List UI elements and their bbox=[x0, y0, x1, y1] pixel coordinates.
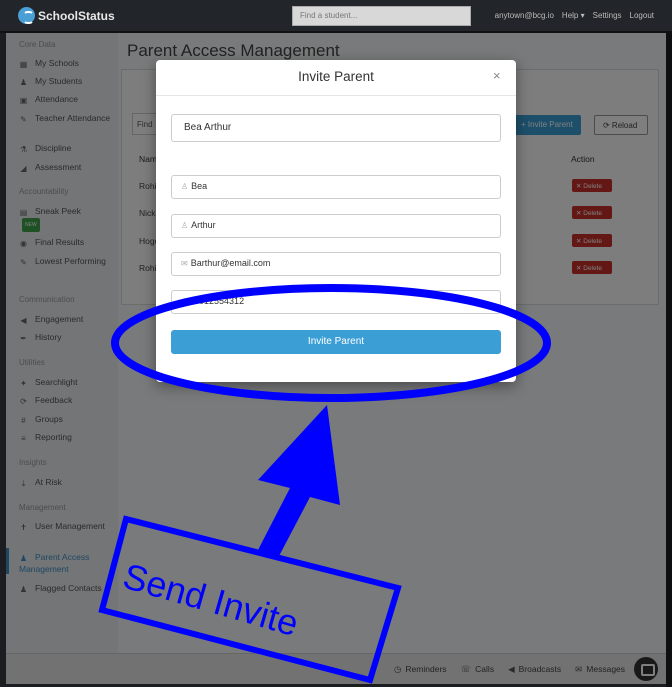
window-edge bbox=[666, 33, 672, 687]
schoolstatus-logo-icon[interactable] bbox=[18, 7, 35, 24]
modal-title: Invite Parent bbox=[298, 69, 374, 84]
invite-parent-modal: Invite Parent × Bea Arthur ♙ Bea ♙ Arthur … bbox=[156, 60, 516, 382]
envelope-icon: ✉ bbox=[181, 259, 188, 268]
student-search-input[interactable]: Find a student... bbox=[292, 6, 471, 26]
close-icon[interactable]: × bbox=[493, 68, 501, 83]
invite-parent-submit-button[interactable]: Invite Parent bbox=[171, 330, 501, 354]
top-nav-links: anytown@bcg.io Help ▾ Settings Logout bbox=[495, 11, 654, 20]
brand-name[interactable]: SchoolStatus bbox=[38, 9, 115, 23]
phone-icon: ☏ bbox=[181, 297, 192, 306]
top-navbar: SchoolStatus Find a student... anytown@b… bbox=[0, 0, 672, 33]
phone-field[interactable]: ☏ 6012554312 bbox=[171, 290, 501, 314]
account-link[interactable]: anytown@bcg.io bbox=[495, 11, 554, 20]
logout-link[interactable]: Logout bbox=[630, 11, 654, 20]
student-field[interactable]: Bea Arthur bbox=[171, 114, 501, 142]
first-name-field[interactable]: ♙ Bea bbox=[171, 175, 501, 199]
last-name-field[interactable]: ♙ Arthur bbox=[171, 214, 501, 238]
email-field[interactable]: ✉ Barthur@email.com bbox=[171, 252, 501, 276]
settings-link[interactable]: Settings bbox=[593, 11, 622, 20]
help-menu[interactable]: Help ▾ bbox=[562, 11, 585, 20]
person-icon: ♙ bbox=[181, 221, 189, 230]
person-icon: ♙ bbox=[181, 182, 189, 191]
modal-divider bbox=[156, 95, 516, 96]
